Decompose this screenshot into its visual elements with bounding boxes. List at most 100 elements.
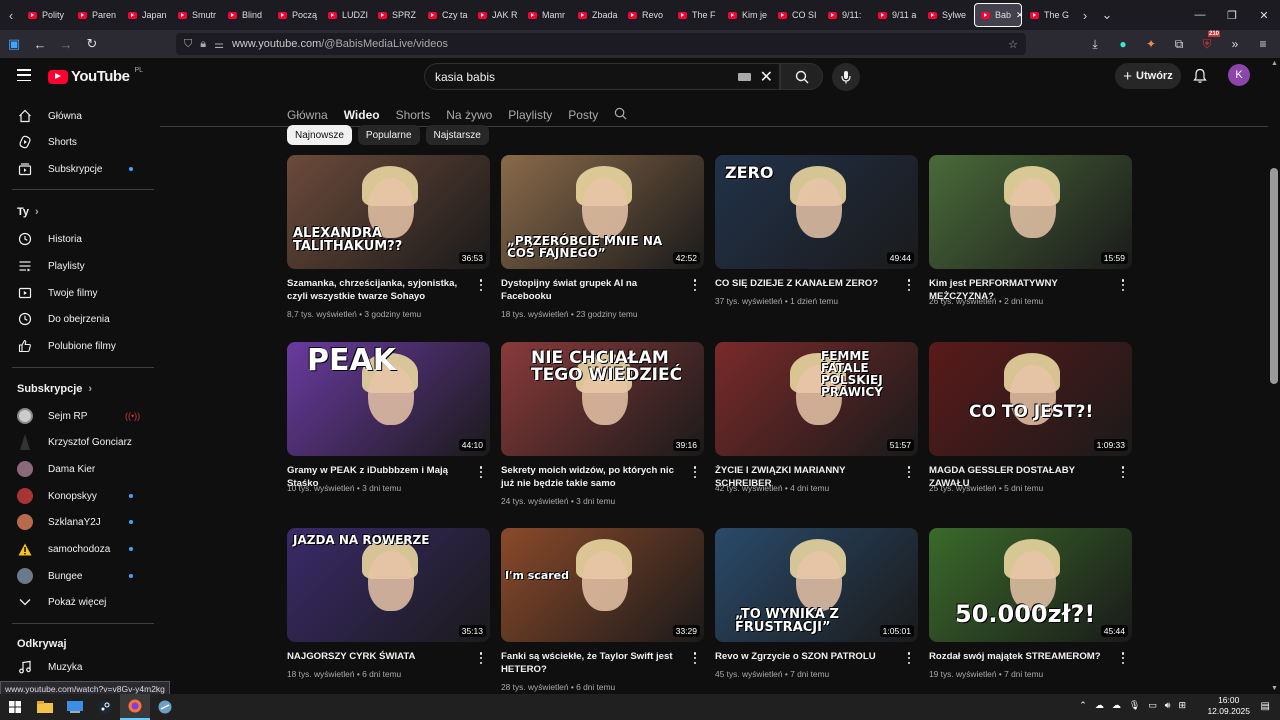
- video-thumbnail[interactable]: „PRZERÓBCIE MNIE NA COŚ FAJNEGO” 42:52: [501, 155, 704, 269]
- file-explorer-icon[interactable]: [30, 694, 60, 720]
- video-card[interactable]: „TO WYNIKA Z FRUSTRACJI” 1:05:01 Revo w Zg…: [715, 528, 918, 679]
- create-button[interactable]: + Utwórz: [1115, 63, 1181, 89]
- browser-tab[interactable]: Bab ✕: [974, 3, 1022, 27]
- scrollbar-thumb[interactable]: [1270, 168, 1278, 384]
- video-card[interactable]: 15:59 Kim jest PERFORMATYWNY MĘŻCZYZNA? 26…: [929, 155, 1132, 306]
- taskbar-clock[interactable]: 16:00 12.09.2025: [1207, 695, 1250, 717]
- app-icon[interactable]: [150, 694, 180, 720]
- video-title[interactable]: Szamanka, chrześcijanka, syjonistka, czy…: [287, 277, 467, 303]
- video-thumbnail[interactable]: CO TO JEST?! 1:09:33: [929, 342, 1132, 456]
- video-card[interactable]: „PRZERÓBCIE MNIE NA COŚ FAJNEGO” 42:52 Dys…: [501, 155, 704, 319]
- search-button[interactable]: [780, 63, 823, 90]
- sidebar-toggle-icon[interactable]: ▣: [2, 32, 26, 56]
- extension-icon[interactable]: ✦: [1140, 33, 1162, 55]
- more-options-icon[interactable]: [906, 466, 912, 478]
- video-thumbnail[interactable]: PEAK 44:10: [287, 342, 490, 456]
- browser-tab[interactable]: The F: [672, 0, 722, 30]
- browser-tab[interactable]: Zbada: [572, 0, 622, 30]
- onedrive-icon[interactable]: ☁: [1095, 700, 1104, 711]
- more-options-icon[interactable]: [478, 279, 484, 291]
- steam-icon[interactable]: [90, 694, 120, 720]
- tab-list-dropdown-button[interactable]: ⌄: [1096, 0, 1118, 30]
- sidebar-item-playlists[interactable]: Playlisty: [0, 253, 155, 279]
- sidebar-sub-sejm-rp[interactable]: Sejm RP ((•)): [0, 403, 155, 429]
- browser-tab[interactable]: JAK R: [472, 0, 522, 30]
- network-icon[interactable]: ▭: [1148, 700, 1157, 711]
- notifications-bell-icon[interactable]: [1190, 66, 1210, 86]
- tab-live[interactable]: Na żywo: [446, 108, 492, 122]
- video-title[interactable]: Revo w Zgrzycie o SZON PATROLU: [715, 650, 895, 663]
- sidebar-item-liked-videos[interactable]: Polubione filmy: [0, 333, 155, 359]
- browser-tab[interactable]: Począ: [272, 0, 322, 30]
- more-options-icon[interactable]: [1120, 466, 1126, 478]
- video-title[interactable]: Dystopijny świat grupek AI na Facebooku: [501, 277, 681, 303]
- address-bar[interactable]: ⛉ 🔒︎ ⚌ www.youtube.com/@BabisMediaLive/v…: [176, 33, 1026, 55]
- browser-tab[interactable]: LUDZI: [322, 0, 372, 30]
- sidebar-item-home[interactable]: Główna: [0, 103, 155, 129]
- more-options-icon[interactable]: [692, 466, 698, 478]
- video-thumbnail[interactable]: NIE CHCIAŁAM TEGO WIEDZIEĆ 39:16: [501, 342, 704, 456]
- overflow-chevron-icon[interactable]: »: [1224, 33, 1246, 55]
- firefox-icon[interactable]: [120, 694, 150, 720]
- search-input[interactable]: kasia babis ✕: [424, 63, 780, 90]
- volume-icon[interactable]: 🔊︎: [1165, 700, 1171, 711]
- puzzle-extensions-icon[interactable]: ⧉: [1168, 33, 1190, 55]
- sidebar-sub-krzysztof-gonciarz[interactable]: Krzysztof Gonciarz: [0, 429, 155, 455]
- video-card[interactable]: CO TO JEST?! 1:09:33 MAGDA GESSLER DOSTAŁA…: [929, 342, 1132, 493]
- page-scrollbar[interactable]: ▲ ▼: [1268, 58, 1280, 694]
- tab-videos[interactable]: Wideo: [344, 108, 380, 122]
- tab-scroll-left-button[interactable]: ‹: [0, 0, 22, 30]
- remote-desktop-icon[interactable]: [60, 694, 90, 720]
- more-options-icon[interactable]: [478, 466, 484, 478]
- bookmark-star-icon[interactable]: ☆: [1008, 38, 1018, 51]
- browser-tab[interactable]: Smutr: [172, 0, 222, 30]
- tab-scroll-right-button[interactable]: ›: [1074, 0, 1096, 30]
- ublock-icon[interactable]: ⛨ 210: [1196, 31, 1220, 55]
- chip-popular[interactable]: Popularne: [357, 125, 420, 145]
- video-card[interactable]: ZERO 49:44 CO SIĘ DZIEJE Z KANAŁEM ZERO? 37…: [715, 155, 918, 306]
- sidebar-subscriptions-header[interactable]: Subskrypcje ›: [17, 383, 92, 395]
- notifications-icon[interactable]: ▤: [1261, 701, 1270, 712]
- video-title[interactable]: Rozdał swój majątek STREAMEROM?: [929, 650, 1109, 663]
- sidebar-item-subscriptions[interactable]: Subskrypcje: [0, 156, 155, 182]
- video-thumbnail[interactable]: ZERO 49:44: [715, 155, 918, 269]
- sidebar-sub-konopskyy[interactable]: Konopskyy: [0, 483, 155, 509]
- browser-tab[interactable]: Revo: [622, 0, 672, 30]
- video-card[interactable]: NIE CHCIAŁAM TEGO WIEDZIEĆ 39:16 Sekrety m…: [501, 342, 704, 506]
- video-card[interactable]: PEAK 44:10 Gramy w PEAK z iDubbbzem i Mają…: [287, 342, 490, 493]
- chip-oldest[interactable]: Najstarsze: [425, 125, 489, 145]
- sidebar-sub-samochodoza[interactable]: samochodoza: [0, 536, 155, 562]
- browser-tab[interactable]: Blind: [222, 0, 272, 30]
- tray-overflow-icon[interactable]: ⌃: [1079, 700, 1087, 711]
- language-icon[interactable]: ⊞: [1178, 700, 1186, 711]
- sidebar-item-history[interactable]: Historia: [0, 226, 155, 252]
- reload-button[interactable]: ↻: [80, 32, 104, 56]
- video-title[interactable]: Fanki są wściekłe, że Taylor Swift jest …: [501, 650, 681, 676]
- cloud-icon[interactable]: ☁: [1112, 700, 1121, 711]
- scroll-up-arrow-icon[interactable]: ▲: [1271, 60, 1278, 67]
- scroll-down-arrow-icon[interactable]: ▼: [1271, 685, 1278, 692]
- close-tab-icon[interactable]: ✕: [1016, 10, 1021, 21]
- sidebar-sub-bungee[interactable]: Bungee: [0, 563, 155, 589]
- video-title[interactable]: CO SIĘ DZIEJE Z KANAŁEM ZERO?: [715, 277, 895, 290]
- tab-playlists[interactable]: Playlisty: [508, 108, 552, 122]
- more-options-icon[interactable]: [906, 652, 912, 664]
- more-options-icon[interactable]: [692, 652, 698, 664]
- sidebar-item-shorts[interactable]: Shorts: [0, 129, 155, 155]
- tab-home[interactable]: Główna: [287, 108, 328, 122]
- channel-search-icon[interactable]: [614, 107, 627, 123]
- video-thumbnail[interactable]: 50.000zł?! 45:44: [929, 528, 1132, 642]
- browser-tab[interactable]: Japan: [122, 0, 172, 30]
- menu-icon[interactable]: ≡: [1252, 33, 1274, 55]
- more-options-icon[interactable]: [1120, 652, 1126, 664]
- video-thumbnail[interactable]: 15:59: [929, 155, 1132, 269]
- restore-button[interactable]: ❐: [1216, 0, 1248, 30]
- youtube-logo[interactable]: YouTube PL: [48, 67, 143, 85]
- video-thumbnail[interactable]: JAZDA NA ROWERZE 35:13: [287, 528, 490, 642]
- video-thumbnail[interactable]: „TO WYNIKA Z FRUSTRACJI” 1:05:01: [715, 528, 918, 642]
- video-card[interactable]: 50.000zł?! 45:44 Rozdał swój majątek STREA…: [929, 528, 1132, 679]
- hamburger-menu-icon[interactable]: [17, 69, 31, 81]
- browser-tab[interactable]: SPRZ: [372, 0, 422, 30]
- browser-tab[interactable]: Czy ta: [422, 0, 472, 30]
- voice-search-button[interactable]: [832, 63, 860, 91]
